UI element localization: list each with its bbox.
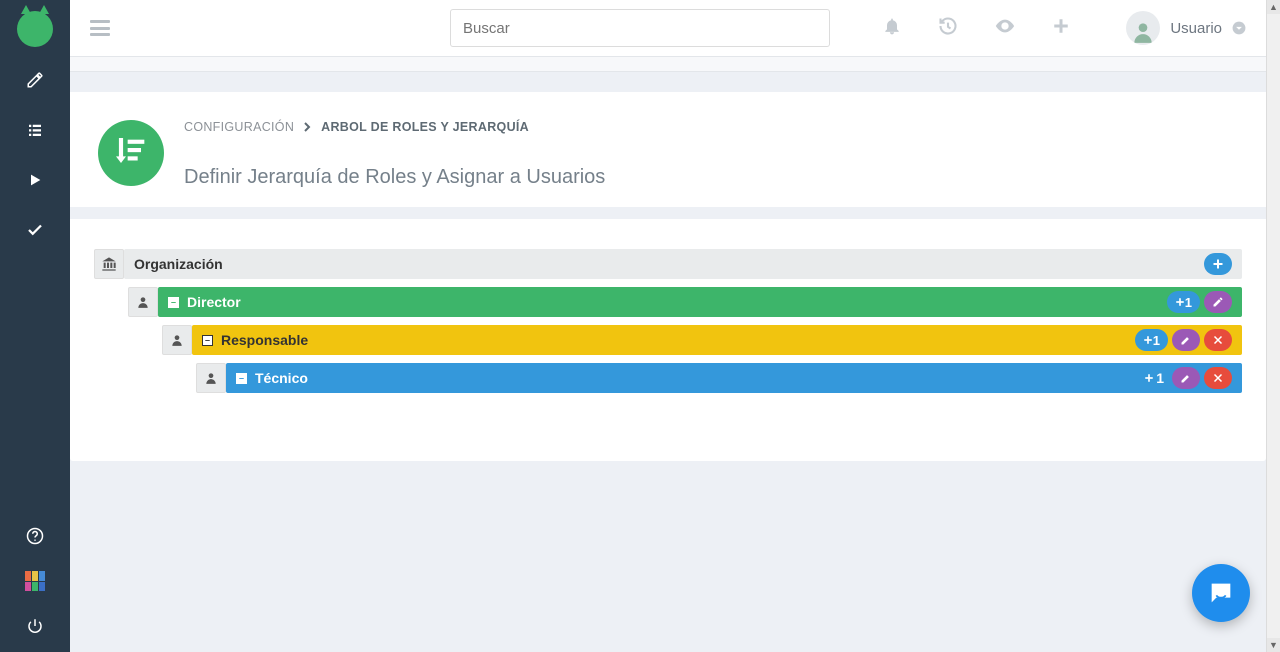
page-title: Definir Jerarquía de Roles y Asignar a U… xyxy=(184,166,605,189)
edit-button[interactable] xyxy=(1172,329,1200,351)
delete-button[interactable] xyxy=(1204,329,1232,351)
add-child-button[interactable]: 1 xyxy=(1167,291,1200,313)
eye-icon[interactable] xyxy=(994,15,1016,42)
tree-node-label: Técnico xyxy=(255,370,308,386)
avatar xyxy=(1126,11,1160,45)
main-content: CONFIGURACIÓN ARBOL DE ROLES Y JERARQUÍA… xyxy=(70,72,1266,652)
history-icon[interactable] xyxy=(938,16,958,41)
bell-icon[interactable] xyxy=(882,16,902,41)
compose-icon[interactable] xyxy=(25,70,45,90)
page-header-icon xyxy=(98,120,164,186)
user-icon xyxy=(162,325,192,355)
tree-row-organization: Organización xyxy=(94,249,1242,279)
user-menu[interactable]: Usuario xyxy=(1126,11,1246,45)
add-child-button[interactable]: 1 xyxy=(1135,329,1168,351)
topbar: Usuario xyxy=(70,0,1266,56)
apps-icon[interactable] xyxy=(25,571,45,591)
collapse-toggle[interactable]: – xyxy=(202,335,213,346)
power-icon[interactable] xyxy=(25,616,45,636)
tree-node-label: Responsable xyxy=(221,332,308,348)
collapse-toggle[interactable]: – xyxy=(236,373,247,384)
user-label: Usuario xyxy=(1170,20,1222,37)
tree-row-director: – Director 1 xyxy=(94,287,1242,317)
plus-icon[interactable] xyxy=(1052,17,1070,40)
scroll-down-icon[interactable]: ▼ xyxy=(1267,638,1280,652)
tree-node-label: Director xyxy=(187,294,241,310)
delete-button[interactable] xyxy=(1204,367,1232,389)
check-icon[interactable] xyxy=(25,220,45,240)
breadcrumb-parent[interactable]: CONFIGURACIÓN xyxy=(184,120,294,134)
breadcrumb-current: ARBOL DE ROLES Y JERARQUÍA xyxy=(321,120,529,134)
menu-toggle-icon[interactable] xyxy=(90,20,110,36)
sub-header-strip xyxy=(70,56,1266,72)
user-icon xyxy=(128,287,158,317)
search-input[interactable] xyxy=(463,20,817,37)
add-role-button[interactable] xyxy=(1204,253,1232,275)
play-icon[interactable] xyxy=(25,170,45,190)
roles-tree-panel: Organización – Director 1 xyxy=(70,219,1266,461)
collapse-toggle[interactable]: – xyxy=(168,297,179,308)
institution-icon xyxy=(94,249,124,279)
tree-row-responsable: – Responsable 1 xyxy=(94,325,1242,355)
add-child-button[interactable]: 1 xyxy=(1140,370,1168,386)
user-icon xyxy=(196,363,226,393)
scroll-up-icon[interactable]: ▲ xyxy=(1267,0,1280,14)
chat-launcher[interactable] xyxy=(1192,564,1250,622)
chevron-right-icon xyxy=(304,122,311,132)
breadcrumb: CONFIGURACIÓN ARBOL DE ROLES Y JERARQUÍA xyxy=(184,120,605,134)
left-sidebar xyxy=(0,0,70,652)
edit-button[interactable] xyxy=(1204,291,1232,313)
app-logo[interactable] xyxy=(10,4,60,54)
list-icon[interactable] xyxy=(25,120,45,140)
tree-row-tecnico: – Técnico 1 xyxy=(94,363,1242,393)
edit-button[interactable] xyxy=(1172,367,1200,389)
vertical-scrollbar[interactable]: ▲ ▼ xyxy=(1266,0,1280,652)
search-input-wrap[interactable] xyxy=(450,9,830,47)
page-header: CONFIGURACIÓN ARBOL DE ROLES Y JERARQUÍA… xyxy=(70,92,1266,207)
help-icon[interactable] xyxy=(25,526,45,546)
chevron-down-icon xyxy=(1232,21,1246,35)
tree-root-label: Organización xyxy=(134,256,223,272)
